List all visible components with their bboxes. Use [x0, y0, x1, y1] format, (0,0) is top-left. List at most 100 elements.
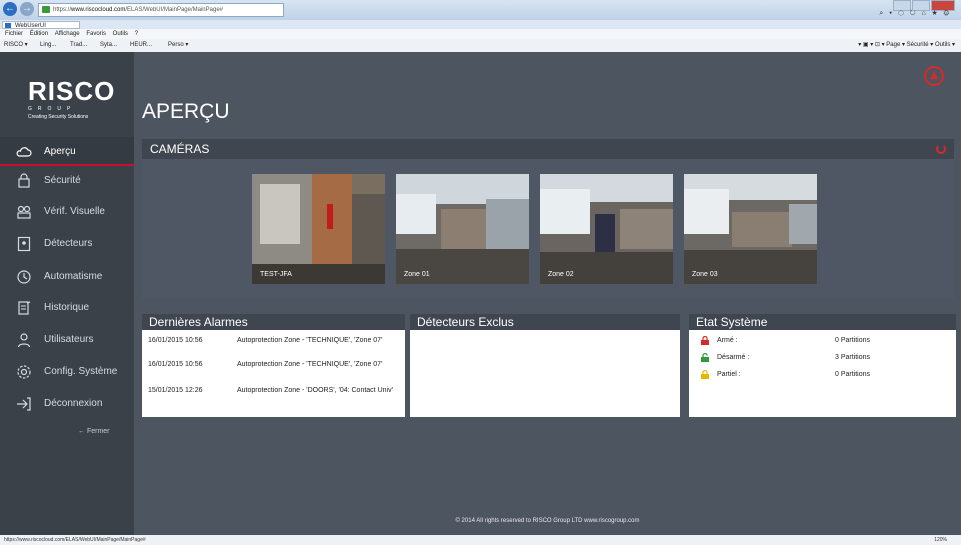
system-header: Etat Système	[689, 314, 956, 330]
alarm-text: Autoprotection Zone - 'TECHNIQUE', 'Zone…	[237, 337, 383, 344]
system-state: Désarmé :	[717, 354, 750, 361]
system-title: Etat Système	[696, 315, 768, 329]
camera-image	[684, 174, 817, 284]
warning-icon	[930, 71, 938, 79]
sidebar-item-config-systeme[interactable]: Config. Système	[0, 357, 134, 386]
browser-statusbar: https://www.riscocloud.com/ELAS/WebUI/Ma…	[0, 535, 961, 545]
camera-thumbnail[interactable]: Zone 02	[540, 174, 673, 284]
history-icon	[18, 301, 31, 315]
camera-thumbnail[interactable]: TEST-JFA	[252, 174, 385, 284]
logo-group: GROUP	[28, 106, 77, 112]
system-status: Armé : 0 Partitions Désarmé : 3 Partitio…	[689, 330, 956, 417]
zoom-level[interactable]: 120%	[934, 535, 947, 545]
excluded-title: Détecteurs Exclus	[417, 315, 514, 329]
menu-help[interactable]: ?	[135, 31, 138, 37]
clock-icon	[17, 270, 31, 284]
alarm-alert-button[interactable]	[924, 66, 944, 86]
menu-outils[interactable]: Outils	[113, 31, 128, 37]
menu-affichage[interactable]: Affichage	[55, 31, 80, 37]
fav-ling[interactable]: Ling...	[40, 39, 56, 52]
sidebar-item-utilisateurs[interactable]: Utilisateurs	[0, 325, 134, 354]
address-bar[interactable]: https://www.riscocloud.com/ELAS/WebUI/Ma…	[38, 3, 284, 17]
menu-edition[interactable]: Édition	[30, 31, 48, 37]
logo-tagline: Creating Security Solutions	[28, 114, 89, 120]
command-bar[interactable]: ▾ ▣ ▾ ⊡ ▾ Page ▾ Sécurité ▾ Outils ▾	[858, 39, 955, 52]
main-content: APERÇU CAMÉRAS TEST-JFA Zone 01 Zone 02 …	[134, 52, 961, 535]
browser-toolbar-icons[interactable]: ⌕ ▾ ⬡ ↻ ⌂ ★ ⚙	[879, 10, 951, 18]
system-state: Partiel :	[717, 371, 741, 378]
browser-tab[interactable]: WebUserUI	[2, 21, 80, 29]
system-count: 0 Partitions	[835, 337, 871, 344]
fav-heur[interactable]: HEUR...	[130, 39, 152, 52]
sidebar-item-label: Déconnexion	[44, 398, 103, 409]
logout-icon	[17, 397, 31, 411]
fav-perso[interactable]: Perso ▾	[168, 39, 188, 52]
sidebar-item-label: Utilisateurs	[44, 334, 94, 345]
alarm-text: Autoprotection Zone - 'TECHNIQUE', 'Zone…	[237, 361, 383, 368]
lock-icon	[42, 6, 50, 13]
camera-image	[396, 174, 529, 284]
sidebar-item-verif-visuelle[interactable]: Vérif. Visuelle	[0, 197, 134, 226]
alarms-title: Dernières Alarmes	[149, 315, 248, 329]
system-count: 3 Partitions	[835, 354, 871, 361]
cloud-icon	[16, 147, 32, 157]
sidebar-item-securite[interactable]: Sécurité	[0, 166, 134, 195]
sidebar: RISCO GROUP Creating Security Solutions …	[0, 52, 134, 535]
camera-label: Zone 03	[692, 271, 718, 278]
gear-icon	[17, 365, 31, 379]
cameras-header: CAMÉRAS	[142, 139, 954, 159]
sidebar-close-link[interactable]: ← Fermer	[78, 428, 110, 435]
tab-bar: WebUserUI	[0, 20, 961, 29]
sidebar-item-detecteurs[interactable]: Détecteurs	[0, 229, 134, 258]
sidebar-item-deconnexion[interactable]: Déconnexion	[0, 389, 134, 418]
shield-icon	[18, 173, 30, 188]
refresh-icon[interactable]	[936, 144, 946, 154]
favorites-bar: RISCO ▾ Ling... Trad... Syta... HEUR... …	[0, 39, 961, 53]
alarm-date: 16/01/2015 10:56	[148, 337, 203, 344]
url-scheme: https://	[53, 7, 72, 13]
page-footer: © 2014 All rights reserved to RISCO Grou…	[455, 518, 640, 524]
camera-image	[252, 174, 385, 284]
sidebar-item-historique[interactable]: Historique	[0, 293, 134, 322]
sidebar-item-label: Historique	[44, 302, 90, 313]
forward-icon[interactable]: →	[20, 2, 34, 16]
url-host: www.riscocloud.com	[71, 7, 126, 13]
camera-label: Zone 02	[548, 271, 574, 278]
sidebar-item-label: Aperçu	[44, 146, 76, 157]
camera-thumbnail[interactable]: Zone 03	[684, 174, 817, 284]
sidebar-item-label: Sécurité	[44, 175, 81, 186]
back-icon[interactable]: ←	[3, 2, 17, 16]
lock-closed-icon	[701, 336, 709, 345]
sidebar-item-automatisme[interactable]: Automatisme	[0, 262, 134, 291]
alarms-list: 16/01/2015 10:56 Autoprotection Zone - '…	[142, 330, 405, 417]
cameras-title: CAMÉRAS	[150, 142, 210, 156]
camera-thumbnail[interactable]: Zone 01	[396, 174, 529, 284]
system-state: Armé :	[717, 337, 738, 344]
menu-favoris[interactable]: Favoris	[86, 31, 106, 37]
browser-menubar: Fichier Édition Affichage Favoris Outils…	[0, 29, 961, 39]
fav-risco[interactable]: RISCO ▾	[4, 39, 28, 52]
lock-open-icon	[701, 353, 709, 362]
excluded-list	[410, 330, 680, 417]
risco-logo: RISCO GROUP Creating Security Solutions	[28, 78, 114, 120]
sidebar-item-label: Config. Système	[44, 366, 118, 377]
tab-favicon-icon	[5, 23, 11, 28]
sidebar-item-label: Détecteurs	[44, 238, 93, 249]
cameras-panel: TEST-JFA Zone 01 Zone 02 Zone 03	[142, 159, 954, 299]
logo-text: RISCO	[28, 76, 116, 106]
alarm-date: 15/01/2015 12:26	[148, 387, 203, 394]
user-icon	[17, 333, 31, 348]
url-path: /ELAS/WebUI/MainPage/MainPage#	[125, 7, 223, 13]
page-title: APERÇU	[142, 100, 230, 123]
menu-fichier[interactable]: Fichier	[5, 31, 23, 37]
fav-trad[interactable]: Trad...	[70, 39, 87, 52]
alarm-text: Autoprotection Zone - 'DOORS', '04: Cont…	[237, 387, 393, 394]
camera-label: TEST-JFA	[260, 271, 292, 278]
detector-icon	[17, 236, 31, 252]
camera-image	[540, 174, 673, 284]
alarms-header: Dernières Alarmes	[142, 314, 405, 330]
sidebar-item-apercu[interactable]: Aperçu	[0, 137, 134, 166]
fav-syta[interactable]: Syta...	[100, 39, 117, 52]
window-controls	[892, 0, 955, 11]
sidebar-item-label: Vérif. Visuelle	[44, 206, 105, 217]
